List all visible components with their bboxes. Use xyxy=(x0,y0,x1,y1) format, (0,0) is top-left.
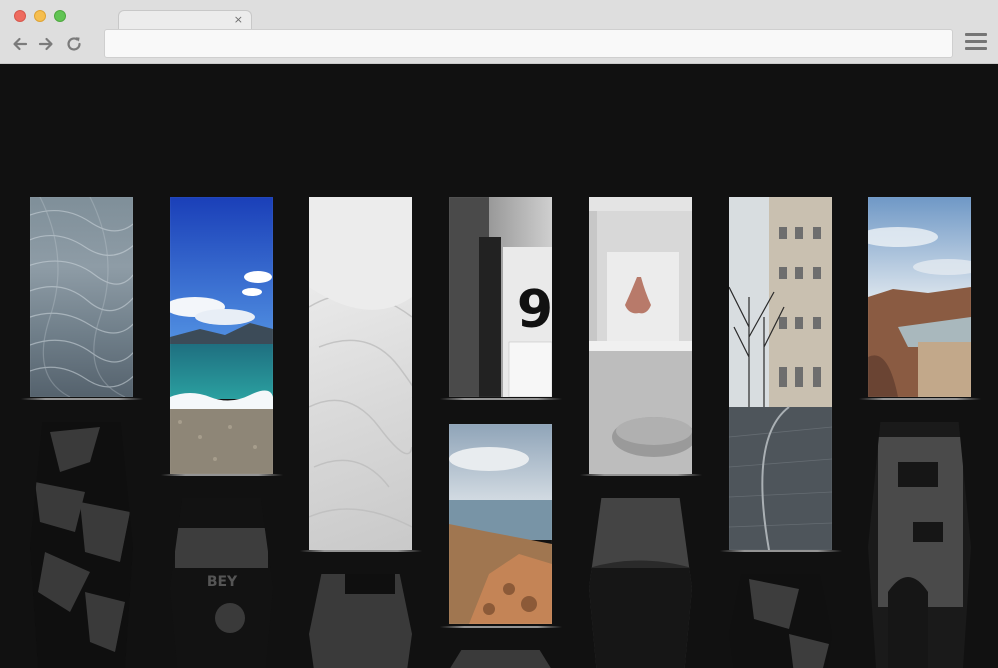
photo-card[interactable] xyxy=(309,197,412,550)
lake-beach-photo xyxy=(170,197,273,474)
photo-card[interactable] xyxy=(449,424,552,624)
photo-card[interactable] xyxy=(589,197,692,474)
nose-sculpture-photo xyxy=(589,197,692,474)
reload-button[interactable] xyxy=(64,34,84,54)
shelf-line xyxy=(300,550,422,552)
shelf-line xyxy=(21,398,143,400)
bedsheet-photo xyxy=(309,197,412,528)
forward-button[interactable] xyxy=(36,34,56,54)
photo-card[interactable]: 9 xyxy=(449,197,552,397)
photo-card[interactable] xyxy=(868,197,971,397)
browser-chrome: × xyxy=(0,0,998,64)
arrow-right-icon xyxy=(38,37,53,51)
photo-reflection: BEY xyxy=(170,498,273,668)
shelf-line xyxy=(161,474,283,476)
svg-text:BEY: BEY xyxy=(207,574,238,590)
rainy-street-photo xyxy=(729,197,832,550)
reload-icon xyxy=(67,37,81,51)
photo-card[interactable] xyxy=(729,197,832,550)
photo-card[interactable] xyxy=(170,197,273,474)
browser-tab[interactable]: × xyxy=(118,10,252,29)
water-ripples-photo xyxy=(30,197,133,397)
shelf-line xyxy=(440,398,562,400)
number-card-text: 9 xyxy=(517,280,552,340)
back-button[interactable] xyxy=(10,34,30,54)
photo-reflection xyxy=(449,650,552,668)
dam-canyon-photo xyxy=(868,197,971,397)
photo-reflection xyxy=(30,422,133,668)
shelf-line xyxy=(859,398,981,400)
close-window-button[interactable] xyxy=(14,10,26,22)
shelf-line xyxy=(580,474,702,476)
arrow-left-icon xyxy=(13,37,28,51)
gallery-viewport: BEY 9 xyxy=(0,64,998,668)
shelf-line xyxy=(440,626,562,628)
photo-reflection xyxy=(309,574,412,668)
photo-reflection xyxy=(729,574,832,668)
photo-reflection xyxy=(868,422,971,668)
tab-close-icon[interactable]: × xyxy=(234,12,243,28)
photo-card[interactable] xyxy=(30,197,133,397)
address-bar[interactable] xyxy=(104,29,953,58)
shelf-line xyxy=(720,550,842,552)
number-card-photo: 9 xyxy=(449,197,552,397)
hamburger-menu-icon[interactable] xyxy=(965,33,987,53)
maximize-window-button[interactable] xyxy=(54,10,66,22)
photo-reflection xyxy=(589,498,692,668)
minimize-window-button[interactable] xyxy=(34,10,46,22)
coastal-cliff-photo xyxy=(449,424,552,624)
